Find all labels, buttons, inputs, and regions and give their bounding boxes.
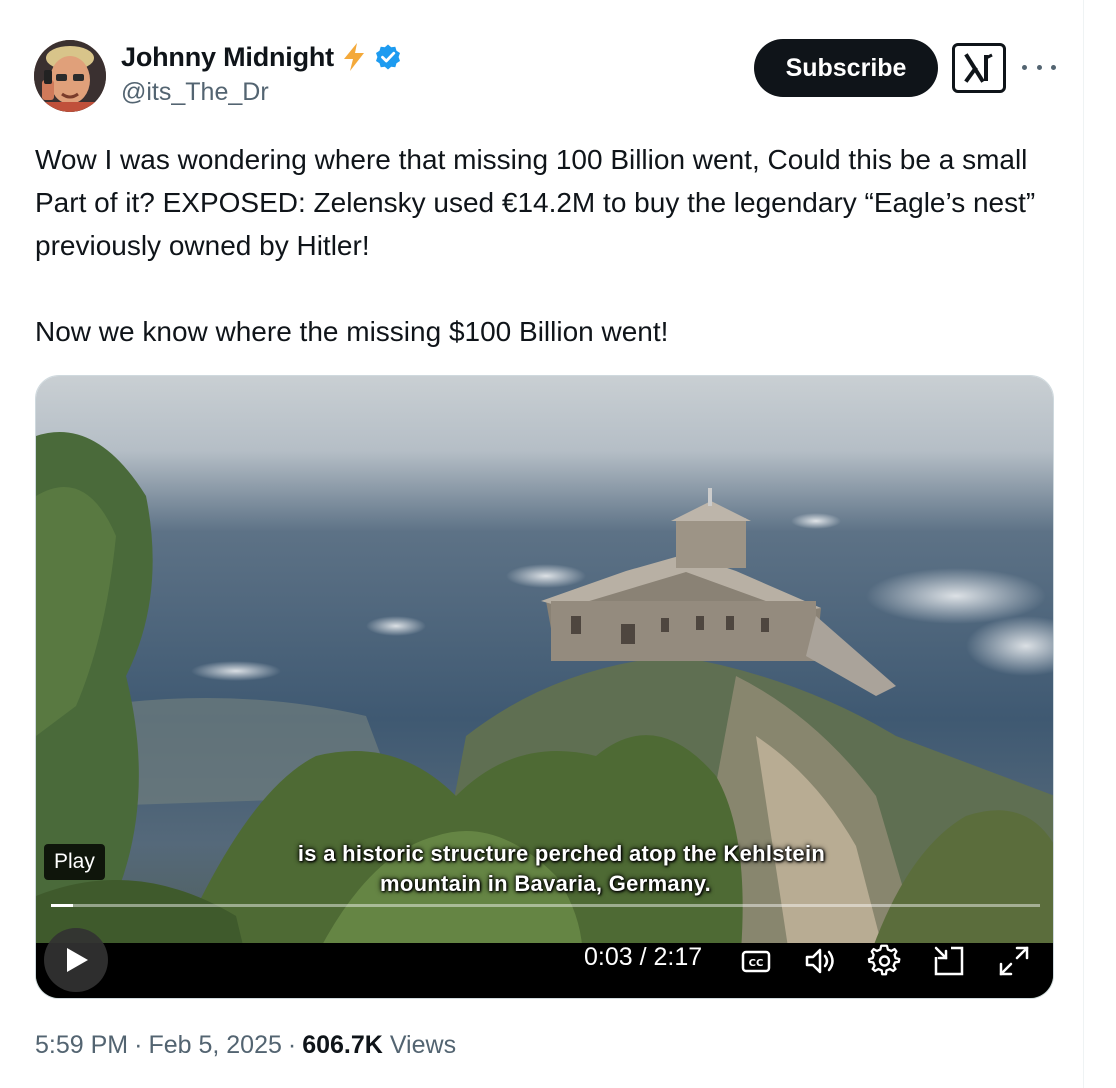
grok-icon [964,53,993,83]
time-separator: / [632,943,654,971]
meta-separator: · [134,1031,143,1059]
video-player[interactable]: Play is a historic structure perched ato… [35,375,1054,999]
svg-text:CC: CC [749,958,764,969]
current-time: 0:03 [584,943,633,971]
dot [1036,64,1042,70]
pop-out-icon[interactable] [931,943,967,979]
fullscreen-icon[interactable] [996,943,1032,979]
tweet-paragraph: Wow I was wondering where that missing 1… [35,144,1036,261]
tweet-meta: 5:59 PM · Feb 5, 2025 · 606.7K Views [35,1031,456,1060]
subscribe-button[interactable]: Subscribe [754,39,938,97]
tweet-text: Wow I was wondering where that missing 1… [35,138,1065,353]
grok-button[interactable] [952,43,1006,93]
play-button[interactable] [44,928,108,992]
duration: 2:17 [653,943,703,971]
dot [1022,64,1027,70]
tweet-time[interactable]: 5:59 PM [35,1031,128,1060]
dot [1051,64,1056,70]
tweet-date[interactable]: Feb 5, 2025 [148,1031,281,1060]
video-progress-fill [51,904,73,907]
meta-separator: · [287,1031,297,1059]
tweet-paragraph: Now we know where the missing $100 Billi… [35,316,669,347]
views-label: Views [389,1031,457,1059]
settings-icon[interactable] [867,943,903,979]
lightning-bolt-icon [343,43,364,71]
author-display-name[interactable]: Johnny Midnight [121,42,334,73]
play-icon [67,948,88,972]
volume-icon[interactable] [802,943,838,979]
author-name-row: Johnny Midnight [121,40,402,74]
video-time: 0:03 / 2:17 [584,943,702,972]
column-border [1083,0,1084,1088]
author-handle[interactable]: @its_The_Dr [121,78,269,107]
video-subtitle: is a historic structure perched atop the… [297,841,826,866]
verified-badge-icon[interactable] [374,43,402,71]
author-avatar[interactable] [34,40,106,112]
views-count: 606.7K [302,1031,383,1059]
video-progress-bar[interactable] [51,904,1040,907]
video-subtitle: mountain in Bavaria, Germany. [379,871,712,896]
closed-captions-icon[interactable]: CC [738,943,774,979]
more-dots-icon[interactable] [1022,52,1056,82]
